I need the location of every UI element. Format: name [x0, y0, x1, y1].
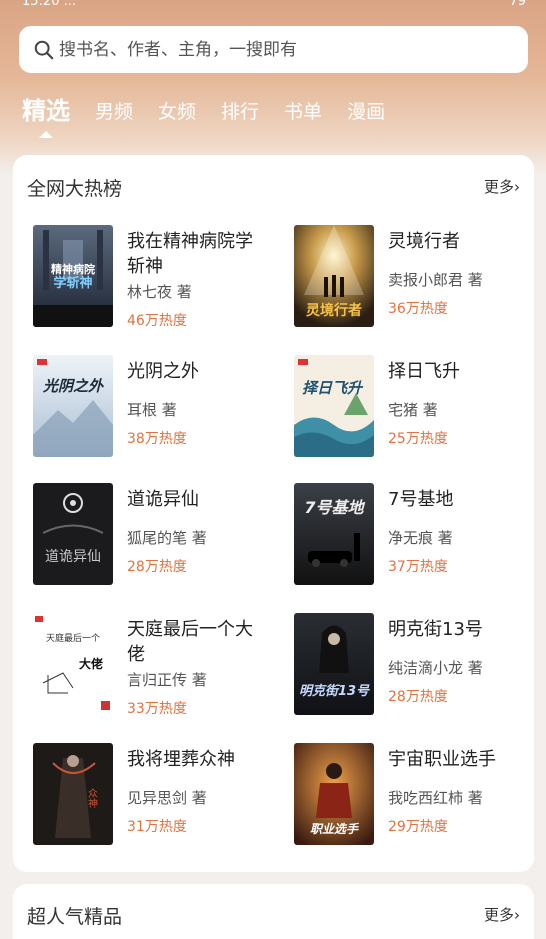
book-item[interactable]: 职业选手 宇宙职业选手 我吃西红柿 著 29万热度: [294, 743, 544, 847]
tab-comics[interactable]: 漫画: [347, 97, 385, 132]
book-title: 宇宙职业选手: [388, 749, 496, 770]
svg-text:光阴之外: 光阴之外: [42, 377, 105, 395]
book-author: 净无痕 著: [388, 529, 453, 547]
book-heat: 38万热度: [127, 431, 187, 447]
book-title: 我在精神病院学斩神: [127, 231, 253, 277]
book-heat: 31万热度: [127, 819, 187, 835]
svg-text:学斩神: 学斩神: [53, 275, 92, 291]
section-title: 全网大热榜: [27, 178, 123, 200]
book-heat: 29万热度: [388, 819, 448, 835]
book-title: 灵境行者: [388, 231, 460, 252]
book-cover: 择日飞升: [294, 355, 374, 457]
section-title: 超人气精品: [27, 906, 123, 928]
book-title: 我将埋葬众神: [127, 749, 235, 770]
book-cover: 明克街13号: [294, 613, 374, 715]
book-title: 择日飞升: [388, 361, 460, 382]
book-author: 卖报小郎君 著: [388, 271, 483, 289]
search-bar[interactable]: [19, 26, 528, 73]
more-link[interactable]: 更多›: [484, 176, 520, 197]
book-cover: 职业选手: [294, 743, 374, 845]
book-heat: 28万热度: [388, 689, 448, 705]
chevron-right-icon: ›: [514, 906, 520, 924]
book-title: 道诡异仙: [127, 489, 199, 510]
book-item[interactable]: 天庭最后一个 大佬 天庭最后一个大佬 言归正传 著 33万热度: [33, 613, 283, 717]
book-heat: 46万热度: [127, 313, 187, 329]
svg-text:道诡异仙: 道诡异仙: [45, 549, 101, 565]
book-author: 耳根 著: [127, 401, 177, 419]
book-author: 狐尾的笔 著: [127, 529, 207, 547]
popular-card: 超人气精品 更多›: [13, 884, 534, 939]
more-label: 更多: [483, 178, 514, 196]
book-item[interactable]: 明克街13号 明克街13号 纯洁滴小龙 著 28万热度: [294, 613, 544, 717]
svg-text:择日飞升: 择日飞升: [302, 379, 364, 397]
book-item[interactable]: 众神 我将埋葬众神 见异思剑 著 31万热度: [33, 743, 283, 847]
tab-female[interactable]: 女频: [158, 97, 196, 132]
book-heat: 28万热度: [127, 559, 187, 575]
book-heat: 36万热度: [388, 301, 448, 317]
status-bar: 15:20 ... 79: [0, 0, 546, 14]
book-cover: 精神病院 学斩神: [33, 225, 113, 327]
search-input[interactable]: [59, 39, 499, 60]
svg-text:天庭最后一个: 天庭最后一个: [46, 632, 100, 644]
book-title: 7号基地: [388, 489, 454, 510]
tab-featured[interactable]: 精选: [22, 91, 70, 132]
hot-list-card: 全网大热榜 更多› 精神病院 学斩神 我在精神病院学斩神 林七夜 著 46万热度: [13, 155, 534, 872]
book-title: 明克街13号: [388, 619, 483, 640]
tab-ranking[interactable]: 排行: [221, 97, 259, 132]
tab-booklist[interactable]: 书单: [284, 97, 322, 132]
book-item[interactable]: 择日飞升 择日飞升 宅猪 著 25万热度: [294, 355, 544, 459]
svg-text:众神: 众神: [86, 788, 98, 809]
book-author: 见异思剑 著: [127, 789, 207, 807]
book-item[interactable]: 7号基地 7号基地 净无痕 著 37万热度: [294, 483, 544, 587]
status-time: 15:20 ...: [22, 0, 76, 9]
battery-level: 79: [509, 0, 526, 9]
book-cover: 灵境行者: [294, 225, 374, 327]
book-cover: 众神: [33, 743, 113, 845]
category-tabs: 精选 男频 女频 排行 书单 漫画: [22, 92, 410, 132]
book-cover: 天庭最后一个 大佬: [33, 613, 113, 715]
book-cover: 道诡异仙: [33, 483, 113, 585]
book-author: 纯洁滴小龙 著: [388, 659, 483, 677]
svg-text:7号基地: 7号基地: [304, 498, 365, 517]
book-author: 我吃西红柿 著: [388, 789, 483, 807]
book-title: 光阴之外: [127, 361, 199, 382]
svg-text:职业选手: 职业选手: [310, 822, 359, 836]
cover-text: 精神病院: [51, 262, 95, 276]
book-item[interactable]: 光阴之外 光阴之外 耳根 著 38万热度: [33, 355, 283, 459]
svg-text:灵境行者: 灵境行者: [306, 302, 362, 319]
book-heat: 33万热度: [127, 701, 187, 717]
search-icon: [34, 40, 54, 59]
svg-text:明克街13号: 明克街13号: [299, 683, 370, 699]
book-author: 宅猪 著: [388, 401, 438, 419]
book-author: 林七夜 著: [127, 283, 192, 301]
tab-male[interactable]: 男频: [95, 97, 133, 132]
book-heat: 37万热度: [388, 559, 448, 575]
book-author: 言归正传 著: [127, 671, 207, 689]
book-cover: 7号基地: [294, 483, 374, 585]
book-item[interactable]: 道诡异仙 道诡异仙 狐尾的笔 著 28万热度: [33, 483, 283, 587]
more-link[interactable]: 更多›: [484, 904, 520, 925]
book-heat: 25万热度: [388, 431, 448, 447]
book-title: 天庭最后一个大佬: [127, 619, 253, 665]
book-item[interactable]: 灵境行者 灵境行者 卖报小郎君 著 36万热度: [294, 225, 544, 329]
book-item[interactable]: 精神病院 学斩神 我在精神病院学斩神 林七夜 著 46万热度: [33, 225, 283, 329]
more-label: 更多: [483, 906, 514, 924]
book-cover: 光阴之外: [33, 355, 113, 457]
svg-text:大佬: 大佬: [79, 656, 103, 671]
chevron-right-icon: ›: [514, 178, 520, 196]
